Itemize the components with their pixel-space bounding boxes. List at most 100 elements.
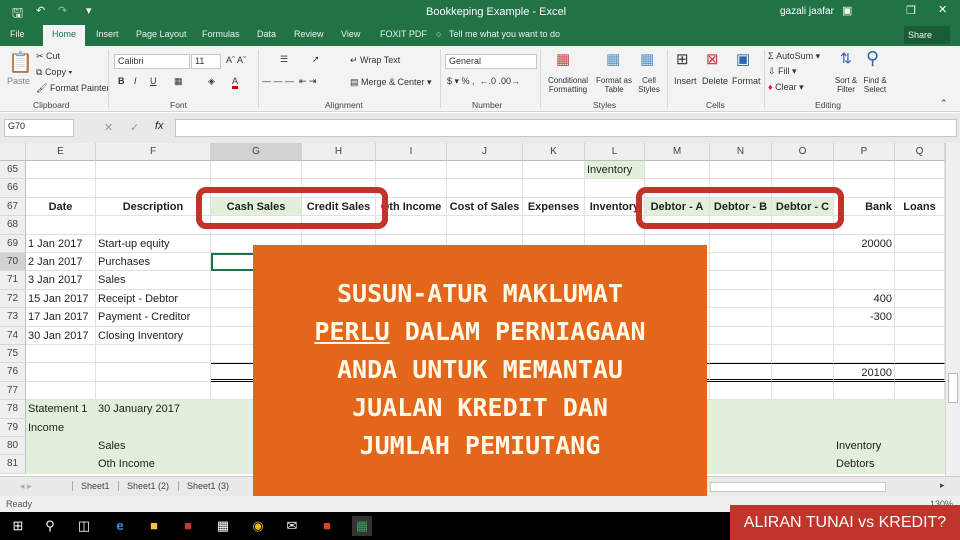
sheet-tab-3[interactable]: Sheet1 (3) xyxy=(178,481,229,491)
cell-N78[interactable] xyxy=(710,400,772,419)
cell-K65[interactable] xyxy=(523,161,585,180)
cell-N71[interactable] xyxy=(710,271,772,290)
cell-P74[interactable] xyxy=(834,326,895,345)
cell-J68[interactable] xyxy=(447,216,523,235)
cell-E75[interactable] xyxy=(26,345,96,364)
tab-foxit-pdf[interactable]: FOXIT PDF xyxy=(380,29,427,39)
cell-E73[interactable]: 17 Jan 2017 xyxy=(26,308,96,327)
undo-icon[interactable]: ↶ xyxy=(36,4,45,17)
row-header-70[interactable]: 70 xyxy=(0,253,26,272)
cell-F75[interactable] xyxy=(96,345,211,364)
row-header-79[interactable]: 79 xyxy=(0,418,26,437)
tell-me-input[interactable]: Tell me what you want to do xyxy=(449,29,560,39)
cell-F67[interactable]: Description xyxy=(96,197,211,217)
cell-E78[interactable]: Statement 1 xyxy=(26,400,96,419)
cell-I65[interactable] xyxy=(376,161,447,180)
cell-E68[interactable] xyxy=(26,216,96,235)
column-header-P[interactable]: P xyxy=(834,143,895,161)
cell-M65[interactable] xyxy=(645,161,710,180)
cell-Q74[interactable] xyxy=(895,326,945,345)
cell-F65[interactable] xyxy=(96,161,211,180)
delete-cells-icon[interactable]: ⊠ xyxy=(706,50,719,68)
cell-Q78[interactable] xyxy=(895,400,945,419)
save-icon[interactable]: 🖫 xyxy=(12,4,23,26)
row-header-74[interactable]: 74 xyxy=(0,326,26,345)
merge-center-button[interactable]: ▤ Merge & Center ▾ xyxy=(350,77,432,88)
windows-start-icon[interactable]: ⊞ xyxy=(8,516,28,536)
cell-N69[interactable] xyxy=(710,234,772,253)
cell-P69[interactable]: 20000 xyxy=(834,234,895,253)
italic-button[interactable]: I xyxy=(134,76,137,86)
cell-F77[interactable] xyxy=(96,381,211,401)
cell-F80[interactable]: Sales xyxy=(96,437,211,456)
tab-formulas[interactable]: Formulas xyxy=(202,29,240,39)
cell-O71[interactable] xyxy=(772,271,834,290)
insert-cells-icon[interactable]: ⊞ xyxy=(676,50,689,68)
horizontal-scrollbar[interactable] xyxy=(710,482,886,492)
row-header-81[interactable]: 81 xyxy=(0,455,26,474)
name-box[interactable]: G70 xyxy=(4,119,74,137)
select-all-corner[interactable] xyxy=(0,143,26,161)
mail-icon[interactable]: ✉ xyxy=(282,516,302,536)
column-header-Q[interactable]: Q xyxy=(895,143,945,161)
cell-F74[interactable]: Closing Inventory xyxy=(96,326,211,345)
font-color-icon[interactable]: A xyxy=(232,76,239,89)
cell-N81[interactable] xyxy=(710,455,772,474)
cell-G65[interactable] xyxy=(211,161,302,180)
cell-E80[interactable] xyxy=(26,437,96,456)
cell-E71[interactable]: 3 Jan 2017 xyxy=(26,271,96,290)
cell-P71[interactable] xyxy=(834,271,895,290)
bold-button[interactable]: B xyxy=(118,76,125,86)
cell-E69[interactable]: 1 Jan 2017 xyxy=(26,234,96,253)
cell-Q79[interactable] xyxy=(895,418,945,437)
fill-button[interactable]: ⇩ Fill ▾ xyxy=(768,66,797,77)
cell-F73[interactable]: Payment - Creditor xyxy=(96,308,211,327)
row-header-67[interactable]: 67 xyxy=(0,197,26,217)
vertical-scrollbar[interactable] xyxy=(945,143,960,476)
cell-F72[interactable]: Receipt - Debtor xyxy=(96,289,211,309)
number-format-select[interactable]: General xyxy=(445,54,537,69)
row-header-76[interactable]: 76 xyxy=(0,363,26,382)
paste-icon[interactable]: 📋 xyxy=(8,50,33,75)
collapse-ribbon-icon[interactable]: ⌃ xyxy=(940,98,948,109)
file-explorer-icon[interactable]: ■ xyxy=(144,516,164,536)
cell-styles-button[interactable]: Cell Styles xyxy=(636,76,662,94)
cell-F70[interactable]: Purchases xyxy=(96,253,211,272)
powerpoint-icon[interactable]: ■ xyxy=(317,516,337,536)
row-header-68[interactable]: 68 xyxy=(0,216,26,235)
redo-icon[interactable]: ↷ xyxy=(58,4,67,17)
cell-P78[interactable] xyxy=(834,400,895,419)
cell-E66[interactable] xyxy=(26,179,96,198)
cell-P79[interactable] xyxy=(834,418,895,437)
customize-icon[interactable]: ▾ xyxy=(86,4,92,17)
ribbon-display-icon[interactable]: ▣ xyxy=(842,4,852,17)
cell-F81[interactable]: Oth Income xyxy=(96,455,211,474)
underline-button[interactable]: U xyxy=(150,76,157,86)
tab-view[interactable]: View xyxy=(341,29,360,39)
cell-O76[interactable] xyxy=(772,363,834,382)
cell-Q72[interactable] xyxy=(895,289,945,309)
cell-E67[interactable]: Date xyxy=(26,197,96,217)
cell-P80[interactable]: Inventory xyxy=(834,437,895,456)
cell-Q70[interactable] xyxy=(895,253,945,272)
search-icon[interactable]: ⚲ xyxy=(40,516,60,536)
cell-H65[interactable] xyxy=(302,161,376,180)
cell-F76[interactable] xyxy=(96,363,211,382)
cell-P77[interactable] xyxy=(834,381,895,401)
tab-file[interactable]: File xyxy=(10,29,25,39)
cell-O73[interactable] xyxy=(772,308,834,327)
edge-icon[interactable]: e xyxy=(110,516,130,536)
sheet-tab-2[interactable]: Sheet1 (2) xyxy=(118,481,169,491)
cell-Q76[interactable] xyxy=(895,363,945,382)
cell-N72[interactable] xyxy=(710,289,772,309)
cell-O81[interactable] xyxy=(772,455,834,474)
cell-P73[interactable]: -300 xyxy=(834,308,895,327)
cell-Q77[interactable] xyxy=(895,381,945,401)
cell-Q66[interactable] xyxy=(895,179,945,198)
row-header-75[interactable]: 75 xyxy=(0,345,26,364)
cell-N77[interactable] xyxy=(710,381,772,401)
align-icons[interactable]: — — — ⇤ ⇥ xyxy=(262,76,317,87)
cell-E74[interactable]: 30 Jan 2017 xyxy=(26,326,96,345)
cell-Q75[interactable] xyxy=(895,345,945,364)
cell-O77[interactable] xyxy=(772,381,834,401)
